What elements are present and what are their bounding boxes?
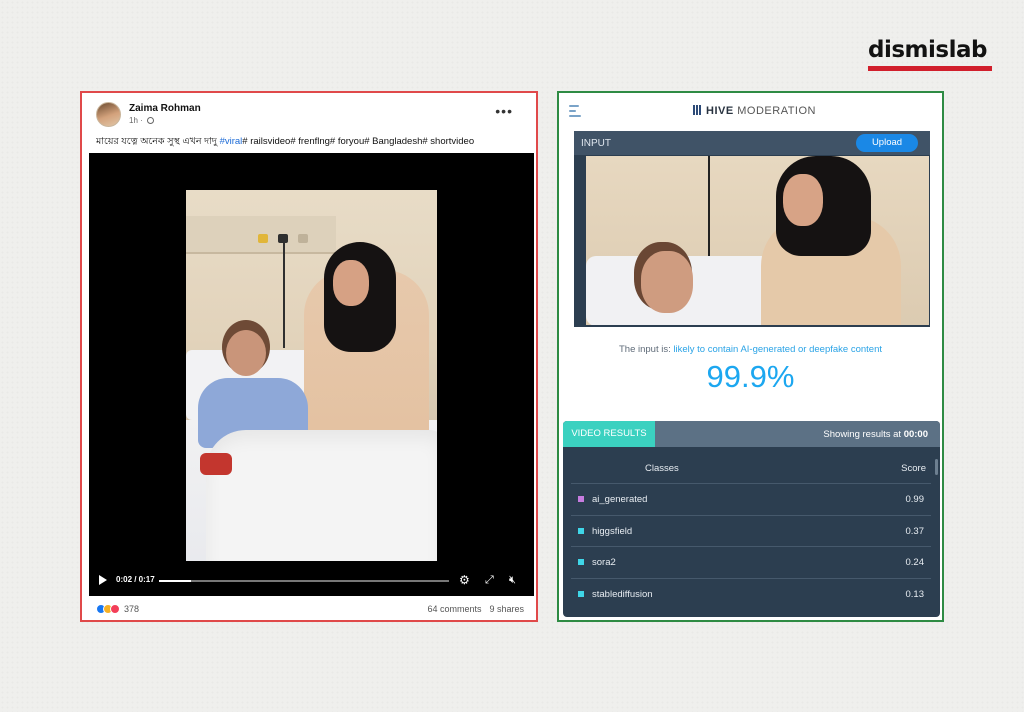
shares-count[interactable]: 9 shares — [489, 604, 524, 614]
class-name: ai_generated — [592, 494, 648, 505]
video-frame — [186, 190, 437, 561]
class-color-swatch — [578, 527, 584, 534]
reactions[interactable]: 378 — [96, 604, 139, 614]
more-options-icon[interactable]: ••• — [495, 104, 513, 118]
hashtag-link[interactable]: #viral — [220, 136, 243, 147]
post-meta: 1h · — [129, 116, 155, 125]
showing-time: 00:00 — [903, 429, 928, 440]
verdict-text: The input is: likely to contain AI-gener… — [559, 344, 942, 355]
avatar[interactable] — [96, 102, 121, 127]
blanket — [206, 430, 437, 561]
verdict-prefix: The input is: — [618, 344, 671, 355]
input-section: INPUT Upload — [574, 131, 930, 327]
engagement-counts: 64 comments 9 shares — [419, 604, 524, 614]
video-player[interactable]: 0:02 / 0:17 ⚙ ⤢ 🔇︎ — [89, 153, 534, 596]
input-thumbnail — [586, 156, 929, 325]
seek-progress — [159, 580, 191, 582]
video-time: 0:02 / 0:17 — [116, 575, 155, 584]
logo-text: dismislab — [868, 37, 987, 63]
post-header: Zaima Rohman 1h · ••• — [96, 102, 521, 130]
globe-icon — [147, 117, 155, 124]
mute-icon[interactable]: 🔇︎ — [509, 573, 516, 587]
caption-text: মায়ের যত্নে অনেক সুস্থ এখন দাদু — [96, 136, 220, 147]
settings-gear-icon[interactable]: ⚙ — [459, 573, 470, 587]
socket-icon — [298, 234, 308, 243]
fullscreen-icon[interactable]: ⤢ — [485, 573, 494, 587]
socket-icon — [258, 234, 268, 243]
table-row: higgsfield 0.37 — [571, 514, 931, 546]
results-header: VIDEO RESULTS Showing results at 00:00 — [563, 421, 940, 447]
class-name: stablediffusion — [592, 588, 653, 600]
table-row: sora2 0.24 — [571, 546, 931, 577]
comments-count[interactable]: 64 comments — [427, 604, 481, 614]
column-score: Score — [901, 463, 926, 474]
results-scrollbar[interactable] — [935, 459, 938, 475]
class-color-swatch — [578, 496, 584, 502]
woman-face — [333, 260, 369, 306]
column-classes: Classes — [645, 463, 679, 474]
upload-button[interactable]: Upload — [856, 134, 918, 152]
patient-head — [226, 330, 266, 376]
brand-name: HIVE — [706, 105, 734, 117]
tab-video-results[interactable]: VIDEO RESULTS — [563, 421, 655, 447]
input-label: INPUT — [581, 138, 611, 149]
thumb-face — [783, 174, 823, 226]
post-author[interactable]: Zaima Rohman — [129, 103, 201, 114]
brand-subtitle: MODERATION — [737, 105, 816, 117]
class-name: higgsfield — [592, 525, 633, 537]
hive-logo-icon — [693, 105, 702, 115]
verdict-value: likely to contain AI-generated or deepfa… — [673, 344, 882, 355]
class-name: sora2 — [592, 557, 616, 568]
class-score: 0.37 — [905, 525, 925, 537]
play-icon[interactable] — [99, 575, 107, 585]
showing-prefix: Showing results at — [823, 429, 902, 440]
input-header: INPUT Upload — [574, 131, 930, 155]
reaction-count: 378 — [124, 604, 140, 614]
table-row: ai_generated 0.99 — [571, 483, 931, 514]
menu-icon[interactable] — [569, 105, 581, 120]
hive-moderation-panel: HIVE MODERATION INPUT Upload The input i… — [557, 91, 944, 622]
dismislab-logo: dismislab — [868, 36, 994, 71]
red-cloth — [200, 453, 232, 475]
results-time-label: Showing results at 00:00 — [823, 429, 928, 440]
ai-percentage: 99.9% — [706, 359, 795, 394]
post-time[interactable]: 1h — [129, 116, 138, 125]
class-score: 0.99 — [905, 494, 925, 505]
seek-bar[interactable] — [159, 580, 449, 582]
love-reaction-icon — [110, 604, 120, 614]
caption-rest: # railsvideo# frenflng# foryou# Banglade… — [242, 136, 475, 147]
video-controls: 0:02 / 0:17 ⚙ ⤢ 🔇︎ — [89, 566, 534, 596]
class-color-swatch — [578, 590, 584, 597]
post-caption: মায়ের যত্নে অনেক সুস্থ এখন দাদু #viral#… — [96, 135, 526, 150]
table-header: Classes Score — [563, 457, 940, 481]
class-score: 0.13 — [905, 588, 925, 600]
video-results: VIDEO RESULTS Showing results at 00:00 C… — [563, 421, 940, 617]
cable — [283, 238, 285, 348]
logo-underline — [868, 66, 992, 71]
facebook-post-panel: Zaima Rohman 1h · ••• মায়ের যত্নে অনেক … — [80, 91, 538, 622]
class-color-swatch — [578, 559, 584, 565]
hive-brand: HIVE MODERATION — [693, 105, 816, 117]
table-row: stablediffusion 0.13 — [571, 577, 931, 609]
thumb-patient-head — [641, 251, 693, 313]
class-score: 0.24 — [905, 557, 925, 568]
